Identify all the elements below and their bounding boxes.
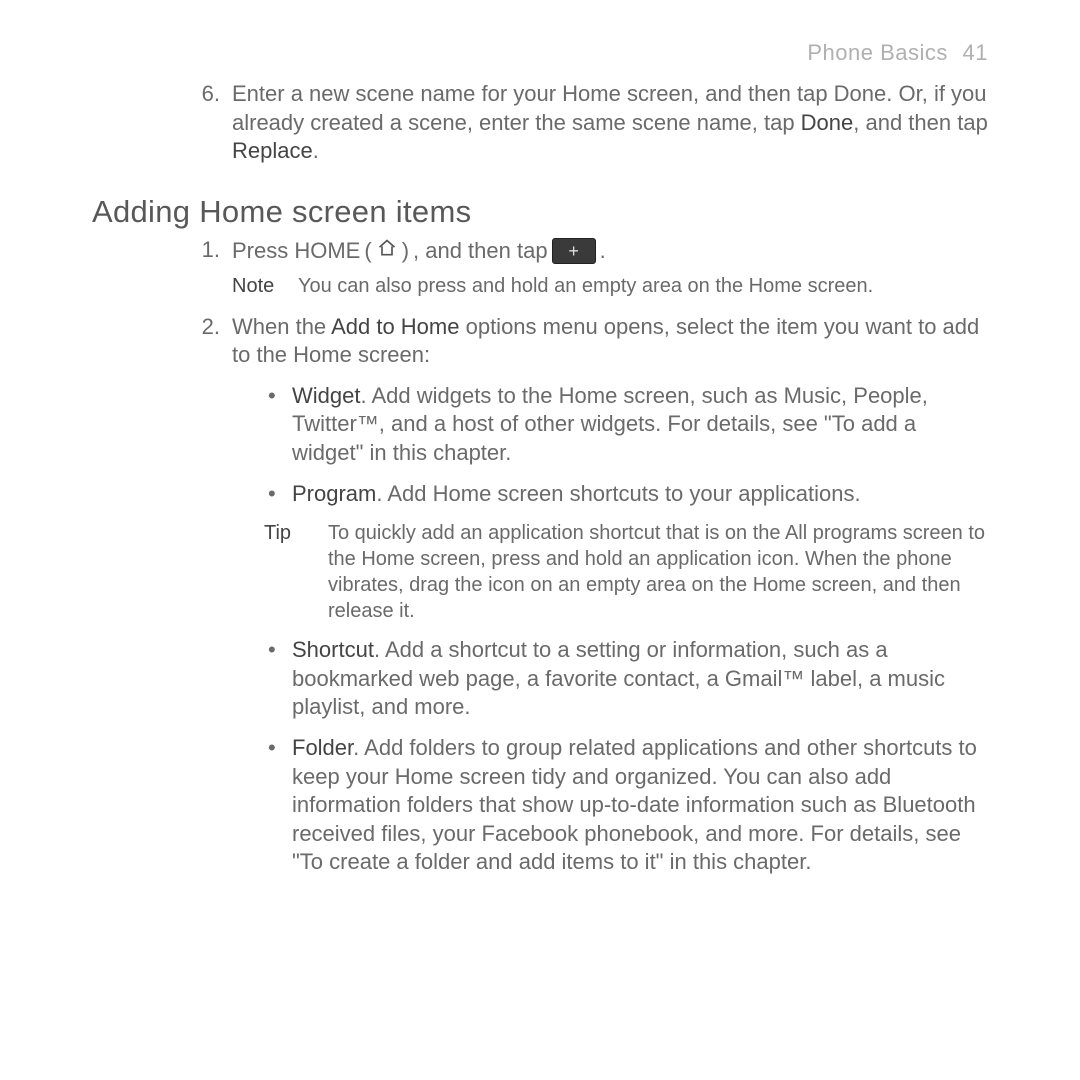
text: (: [364, 236, 371, 267]
bullet-title: Program: [292, 481, 376, 506]
plus-button-icon: +: [552, 238, 596, 264]
step-1: 1. Press HOME ( ), and then tap + .: [198, 236, 988, 267]
note-text: You can also press and hold an empty are…: [298, 273, 873, 299]
text: , and then tap: [853, 110, 988, 135]
tip-text: To quickly add an application shortcut t…: [328, 520, 988, 624]
note: Note You can also press and hold an empt…: [232, 273, 988, 299]
text: .: [313, 138, 319, 163]
text-bold: Replace: [232, 138, 313, 163]
bullet-title: Shortcut: [292, 637, 374, 662]
step-text: Press HOME ( ), and then tap + .: [232, 236, 606, 267]
bullet-text: . Add a shortcut to a setting or informa…: [292, 637, 945, 719]
tip-label: Tip: [264, 520, 328, 624]
text: .: [600, 236, 606, 267]
step-text: Enter a new scene name for your Home scr…: [232, 80, 988, 166]
step-text: When the Add to Home options menu opens,…: [232, 313, 988, 370]
bullet-title: Folder: [292, 735, 353, 760]
tip: Tip To quickly add an application shortc…: [264, 520, 988, 624]
text: Press HOME: [232, 236, 360, 267]
page-number: 41: [963, 40, 988, 65]
step-2: 2. When the Add to Home options menu ope…: [198, 313, 988, 889]
step-number: 2.: [198, 313, 232, 889]
bullet-text: . Add folders to group related applicati…: [292, 735, 977, 874]
section-heading: Adding Home screen items: [92, 194, 988, 230]
list-item: Folder. Add folders to group related app…: [264, 734, 988, 877]
text: , and then tap: [413, 236, 548, 267]
bullet-title: Widget: [292, 383, 360, 408]
note-label: Note: [232, 273, 298, 299]
step-number: 1.: [198, 236, 232, 267]
list-item: Program. Add Home screen shortcuts to yo…: [264, 480, 988, 509]
text-bold: Done: [801, 110, 854, 135]
text: ): [402, 236, 409, 267]
step-number: 6.: [198, 80, 232, 166]
text: When the: [232, 314, 331, 339]
bullet-text: . Add Home screen shortcuts to your appl…: [376, 481, 860, 506]
bullet-text: . Add widgets to the Home screen, such a…: [292, 383, 928, 465]
bullet-list: Shortcut. Add a shortcut to a setting or…: [264, 636, 988, 877]
step-6: 6. Enter a new scene name for your Home …: [198, 80, 988, 166]
text-bold: Add to Home: [331, 314, 459, 339]
list-item: Widget. Add widgets to the Home screen, …: [264, 382, 988, 468]
chapter-title: Phone Basics: [807, 40, 948, 65]
home-icon: [376, 236, 398, 267]
bullet-list: Widget. Add widgets to the Home screen, …: [264, 382, 988, 508]
page-header: Phone Basics 41: [92, 40, 988, 66]
list-item: Shortcut. Add a shortcut to a setting or…: [264, 636, 988, 722]
